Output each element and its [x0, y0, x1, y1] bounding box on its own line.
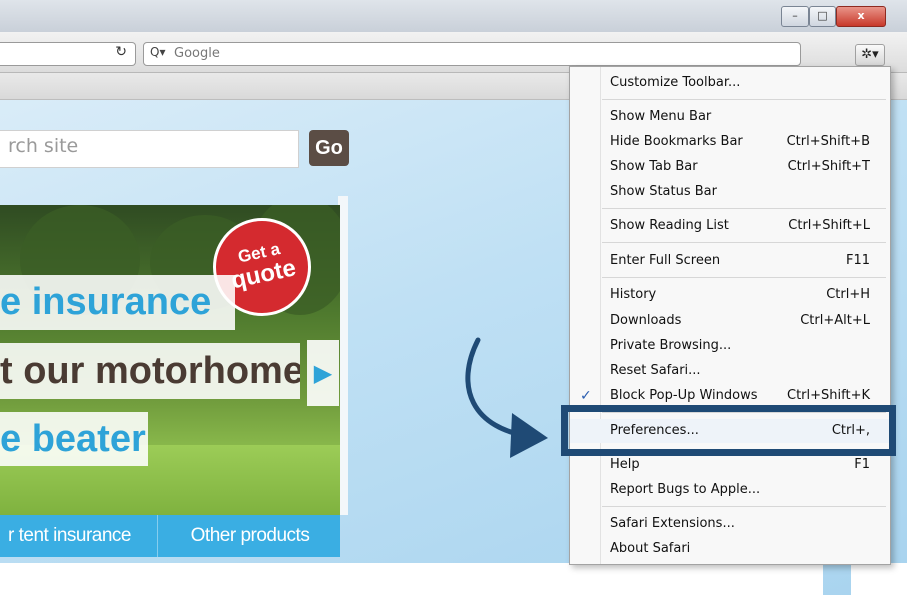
pointer-arrow-icon [465, 337, 548, 458]
